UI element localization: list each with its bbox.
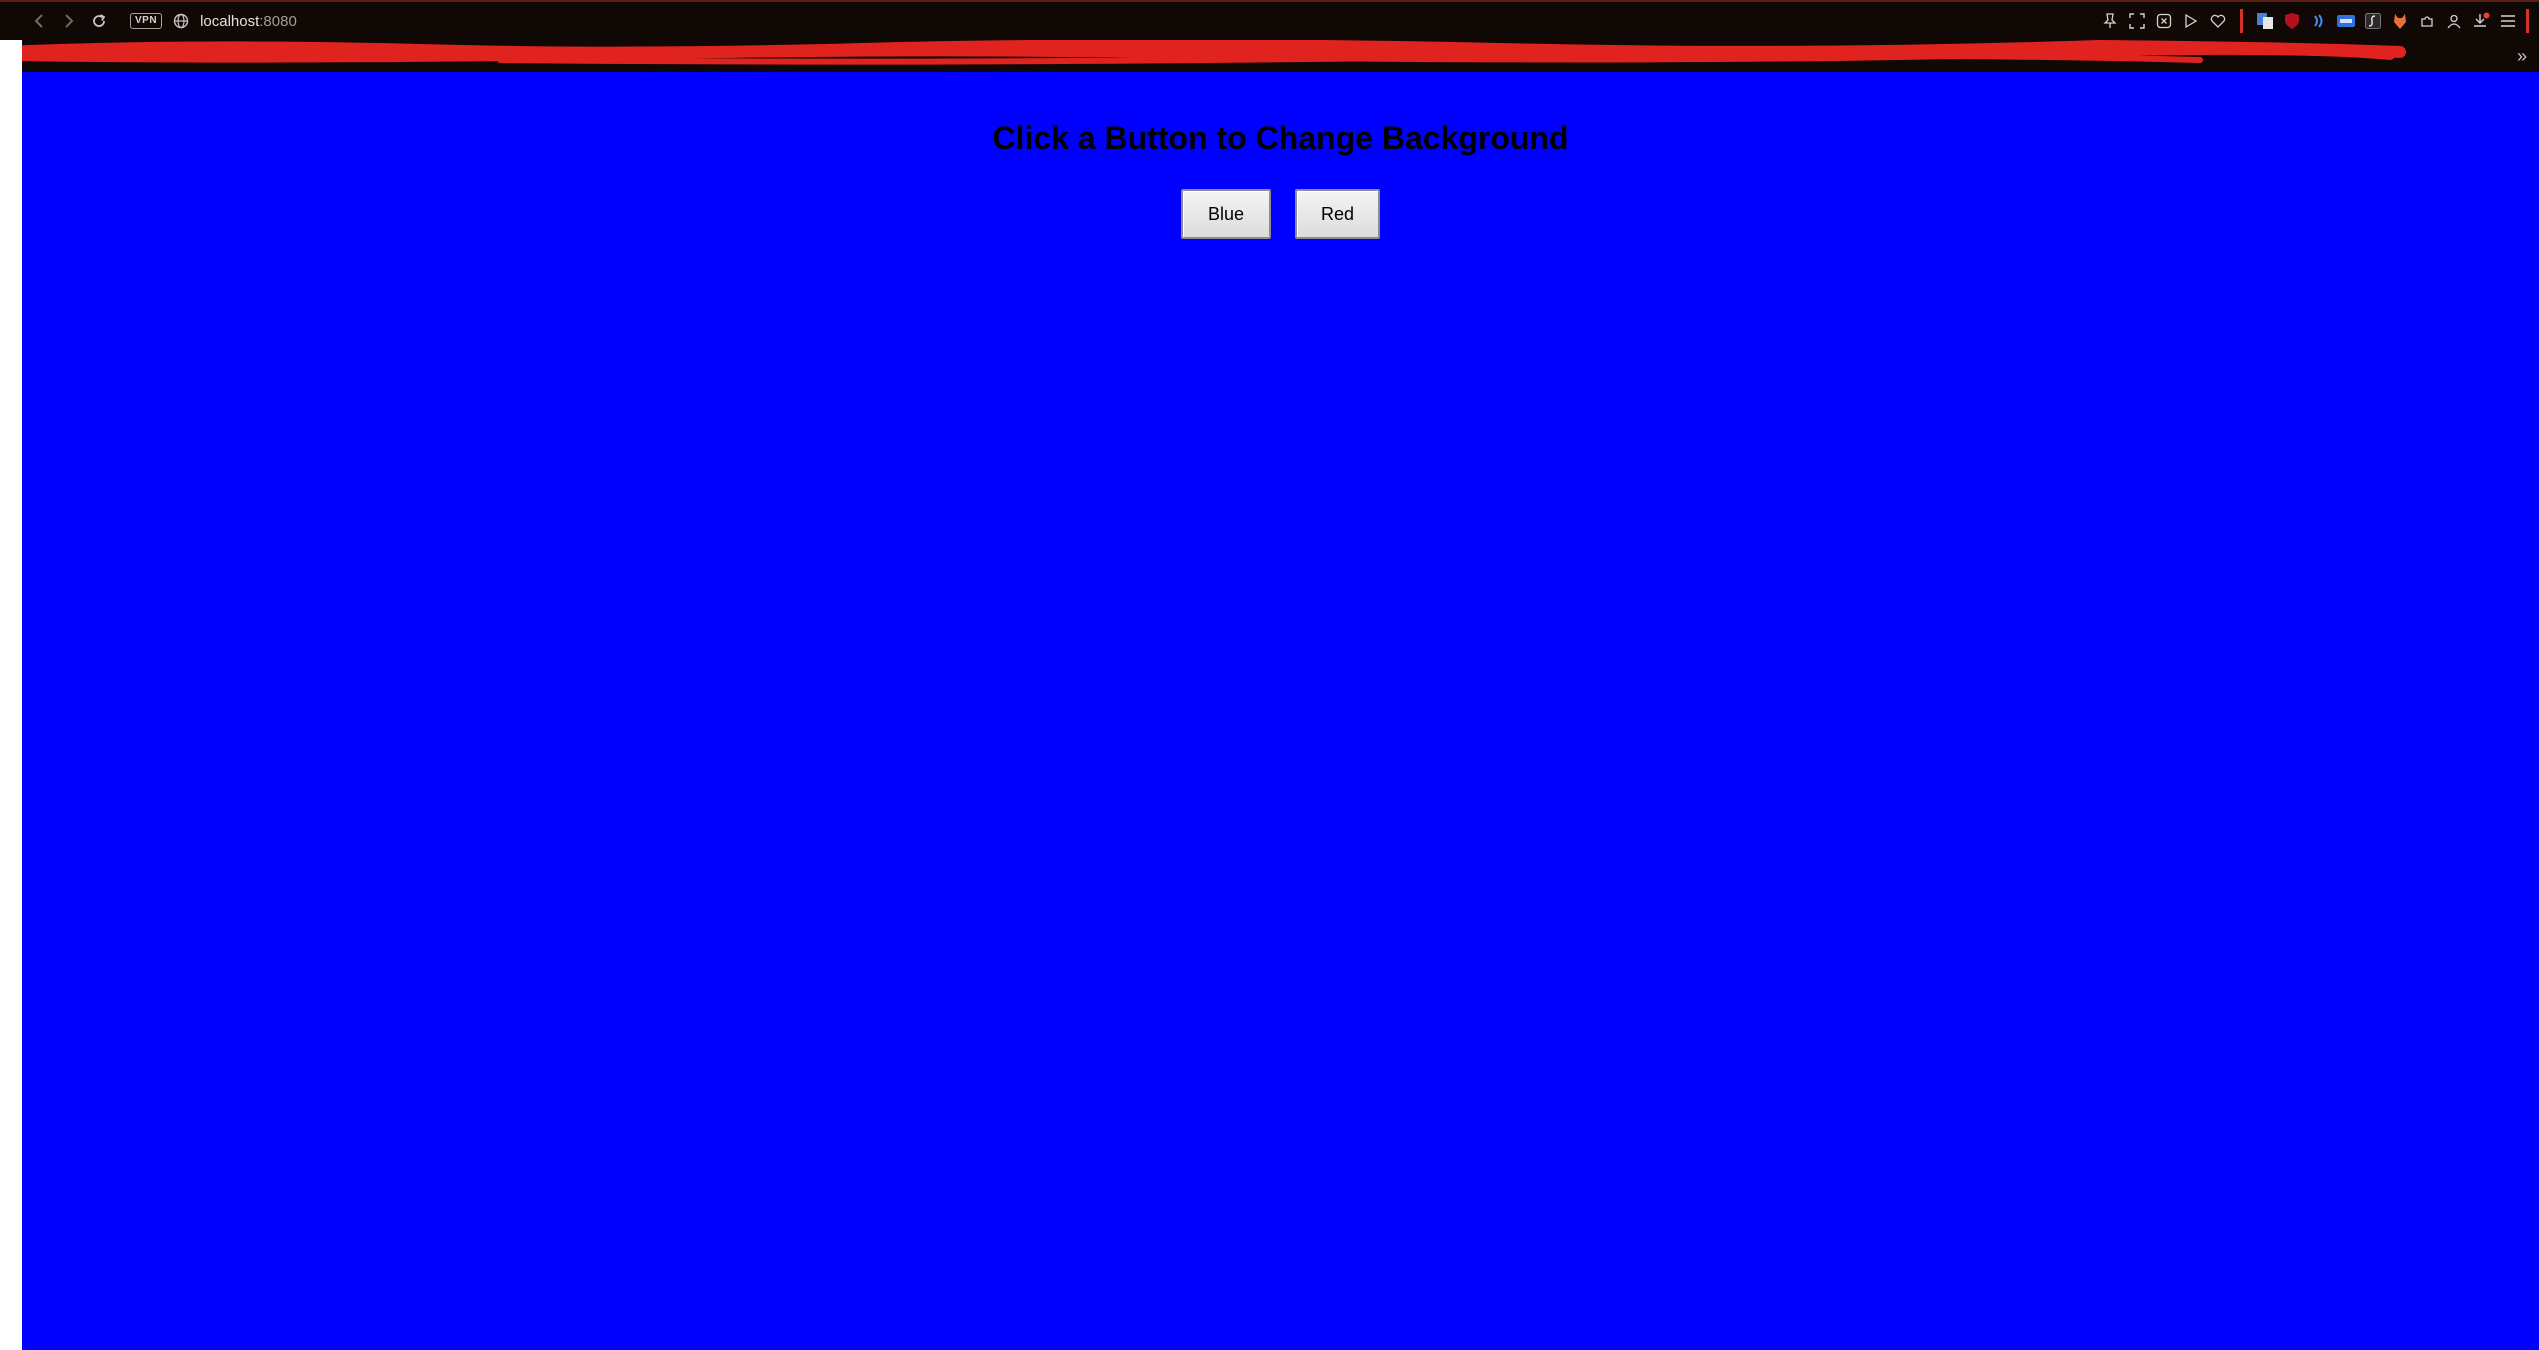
puzzle-icon[interactable] (2418, 12, 2436, 30)
play-icon[interactable] (2182, 12, 2200, 30)
toolbar-edge (2526, 9, 2529, 33)
heart-icon[interactable] (2209, 12, 2227, 30)
globe-icon[interactable] (172, 12, 190, 30)
extension-toolbar (2101, 2, 2529, 40)
browser-toolbar: VPN localhost:8080 (0, 0, 2539, 40)
back-button[interactable] (26, 8, 52, 34)
reload-button[interactable] (86, 8, 112, 34)
browser-window: VPN localhost:8080 » Click a Button to C… (0, 0, 2539, 1350)
chevron-left-icon (34, 14, 43, 28)
page-title: Click a Button to Change Background (992, 120, 1569, 156)
translate-icon[interactable] (2256, 12, 2274, 30)
color-button-row: Blue Red (22, 189, 2539, 239)
fox-icon[interactable] (2391, 12, 2409, 30)
reload-icon (93, 14, 106, 27)
download-icon[interactable] (2472, 12, 2490, 30)
url-port: :8080 (259, 12, 297, 30)
toolbar-separator (2240, 9, 2243, 33)
menu-icon[interactable] (2499, 12, 2517, 30)
address-bar[interactable]: localhost:8080 (200, 13, 297, 30)
chevron-right-icon (65, 14, 74, 28)
url-host: localhost (200, 12, 260, 30)
vpn-badge[interactable]: VPN (130, 13, 163, 29)
redaction-scribble (0, 40, 2406, 65)
window-left-strip (0, 40, 22, 1350)
script-icon[interactable] (2364, 12, 2382, 30)
wave-icon[interactable] (2310, 12, 2328, 30)
screenshot-icon[interactable] (2128, 12, 2146, 30)
close-circle-icon[interactable] (2155, 12, 2173, 30)
bookmarks-bar: » (0, 40, 2539, 72)
page-viewport: Click a Button to Change Background Blue… (22, 72, 2539, 1350)
account-icon[interactable] (2445, 12, 2463, 30)
new-badge-icon[interactable] (2337, 12, 2355, 30)
bookmarks-overflow-icon[interactable]: » (2517, 46, 2527, 67)
blue-button[interactable]: Blue (1181, 189, 1271, 239)
forward-button[interactable] (56, 8, 82, 34)
pin-icon[interactable] (2101, 12, 2119, 30)
red-button[interactable]: Red (1295, 189, 1380, 239)
ublock-icon[interactable] (2283, 12, 2301, 30)
